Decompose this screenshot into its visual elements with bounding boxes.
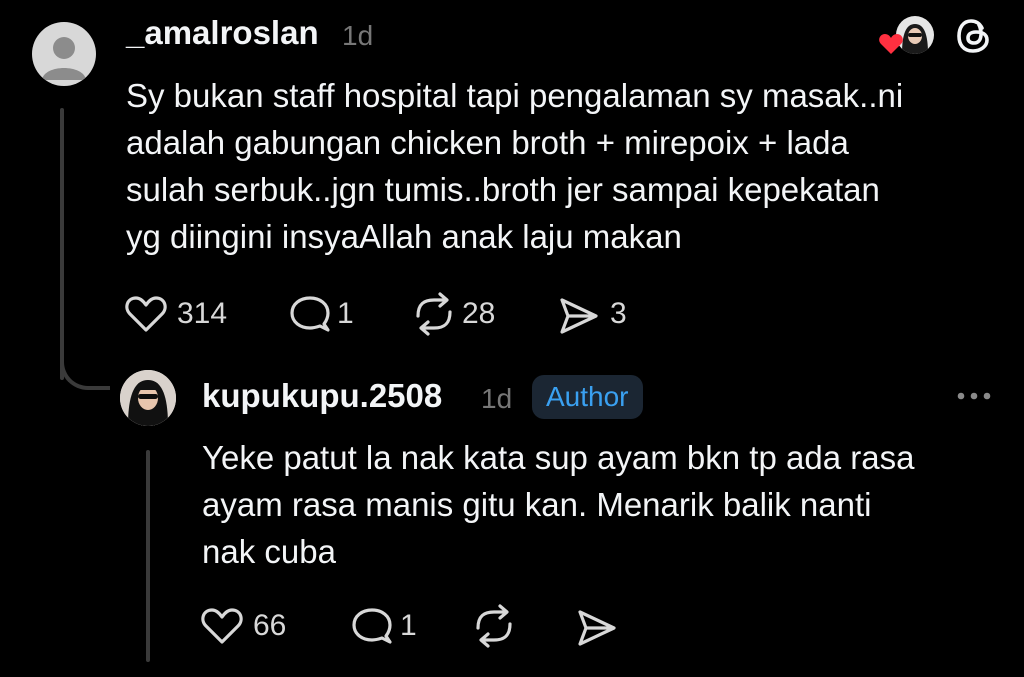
reply-thread-line xyxy=(146,450,150,662)
reply-text: Yeke patut la nak kata sup ayam bkn tp a… xyxy=(202,434,1002,575)
repost-icon xyxy=(476,604,512,648)
reply-reply-button[interactable] xyxy=(350,606,394,646)
author-avatar-icon xyxy=(120,370,176,426)
reply-like-button[interactable] xyxy=(200,606,244,646)
reply-time: 1d xyxy=(481,383,513,414)
comment-text: Sy bukan staff hospital tapi pengalaman … xyxy=(126,72,1006,260)
comment-username[interactable]: _amalroslan xyxy=(126,14,319,52)
comment-like-button[interactable] xyxy=(124,294,168,334)
comment-repost-button[interactable] xyxy=(410,292,458,336)
share-icon xyxy=(560,298,598,334)
reply-text-line: nak cuba xyxy=(202,533,336,570)
threads-logo-icon[interactable] xyxy=(954,16,994,56)
default-avatar-icon xyxy=(42,37,86,80)
thread-connector-line xyxy=(60,108,64,380)
reply-like-count: 66 xyxy=(253,609,287,642)
comment-text-line: Sy bukan staff hospital tapi pengalaman … xyxy=(126,77,904,114)
reply-share-button[interactable] xyxy=(574,608,618,648)
thread-connector-curve xyxy=(60,350,110,390)
comment-share-count: 3 xyxy=(610,297,627,330)
share-icon xyxy=(578,610,616,646)
reply-text-line: ayam rasa manis gitu kan. Menarik balik … xyxy=(202,486,872,523)
heart-icon xyxy=(201,608,243,644)
comment-reply-button[interactable] xyxy=(288,294,332,334)
comment-text-line: yg diingini insyaAllah anak laju makan xyxy=(126,218,682,255)
heart-icon xyxy=(125,296,167,332)
comment-reply-count: 1 xyxy=(337,297,354,330)
comment-time: 1d xyxy=(342,20,374,51)
more-icon xyxy=(957,392,991,400)
comment-icon xyxy=(352,608,392,644)
comment-text-line: sulah serbuk..jgn tumis..broth jer sampa… xyxy=(126,171,880,208)
comment-like-count: 314 xyxy=(177,297,228,330)
liked-by-author-heart-icon xyxy=(879,34,903,54)
reply-repost-button[interactable] xyxy=(470,604,518,648)
repost-icon xyxy=(416,292,452,336)
reply-username[interactable]: kupukupu.2508 xyxy=(202,377,442,415)
comment-text-line: adalah gabungan chicken broth + mirepoix… xyxy=(126,124,849,161)
comment-share-button[interactable] xyxy=(556,296,600,336)
author-badge: Author xyxy=(532,375,643,419)
avatar-amalroslan[interactable] xyxy=(32,22,96,86)
comment-repost-count: 28 xyxy=(462,297,496,330)
reply-reply-count: 1 xyxy=(400,609,417,642)
more-options-button[interactable] xyxy=(956,391,992,401)
avatar-kupukupu[interactable] xyxy=(120,370,176,426)
comment-icon xyxy=(290,296,330,332)
reply-text-line: Yeke patut la nak kata sup ayam bkn tp a… xyxy=(202,439,915,476)
